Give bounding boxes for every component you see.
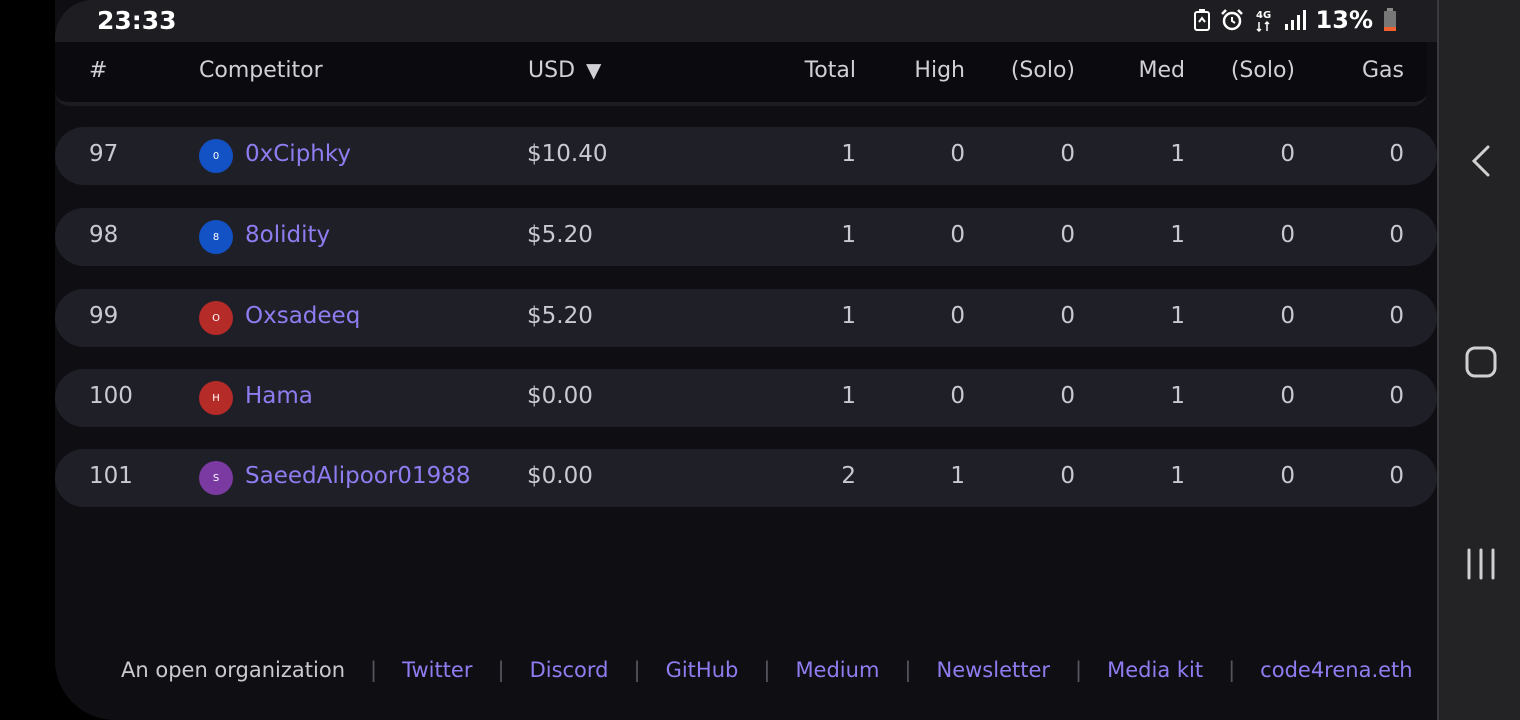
- footer-divider: |: [1228, 658, 1236, 682]
- battery-percent: 13%: [1315, 6, 1373, 34]
- header-usd-label: USD: [528, 58, 576, 83]
- system-nav-bar: [1437, 0, 1520, 720]
- header-total[interactable]: Total: [795, 58, 856, 83]
- row-high: 1: [950, 463, 965, 489]
- row-rank: 101: [89, 463, 133, 489]
- row-usd: $5.20: [527, 222, 593, 248]
- row-med-solo: 0: [1280, 383, 1295, 409]
- footer-link-newsletter[interactable]: Newsletter: [937, 658, 1051, 682]
- status-bar: 23:33 4G 13%: [55, 0, 1437, 42]
- competitor-link[interactable]: 0xCiphky: [245, 141, 351, 167]
- row-high-solo: 0: [1060, 303, 1075, 329]
- row-gas: 0: [1389, 222, 1404, 248]
- competitor-link[interactable]: 8olidity: [245, 222, 330, 248]
- row-total: 1: [841, 141, 856, 167]
- row-usd: $0.00: [527, 463, 593, 489]
- signal-icon: [1284, 10, 1306, 30]
- row-high-solo: 0: [1060, 222, 1075, 248]
- footer-divider: |: [633, 658, 641, 682]
- row-gas: 0: [1389, 383, 1404, 409]
- row-rank: 99: [89, 303, 119, 329]
- row-usd: $10.40: [527, 141, 608, 167]
- footer-divider: |: [370, 658, 378, 682]
- competitor-link[interactable]: Oxsadeeq: [245, 303, 360, 329]
- table-row[interactable]: 98 8 8olidity $5.20 1 0 0 1 0 0: [55, 208, 1437, 266]
- header-gas[interactable]: Gas: [1323, 58, 1404, 83]
- footer-link-discord[interactable]: Discord: [530, 658, 609, 682]
- row-total: 1: [841, 383, 856, 409]
- row-high: 0: [950, 141, 965, 167]
- back-icon[interactable]: [1439, 145, 1520, 177]
- row-high-solo: 0: [1060, 383, 1075, 409]
- avatar: 8: [199, 220, 233, 254]
- footer-divider: |: [763, 658, 771, 682]
- network-4g-icon: 4G: [1254, 8, 1274, 32]
- header-high-solo[interactable]: (Solo): [995, 58, 1075, 83]
- row-med: 1: [1170, 383, 1185, 409]
- row-rank: 97: [89, 141, 119, 167]
- competitor-link[interactable]: Hama: [245, 383, 313, 409]
- row-med: 1: [1170, 222, 1185, 248]
- row-high: 0: [950, 383, 965, 409]
- header-competitor[interactable]: Competitor: [199, 58, 323, 83]
- avatar: H: [199, 381, 233, 415]
- header-high[interactable]: High: [885, 58, 965, 83]
- row-total: 1: [841, 222, 856, 248]
- footer-link-ens[interactable]: code4rena.eth: [1260, 658, 1412, 682]
- footer-lead: An open organization: [121, 658, 346, 682]
- row-med-solo: 0: [1280, 463, 1295, 489]
- row-med: 1: [1170, 303, 1185, 329]
- footer-link-twitter[interactable]: Twitter: [402, 658, 472, 682]
- avatar: 0: [199, 139, 233, 173]
- avatar: S: [199, 461, 233, 495]
- row-gas: 0: [1389, 303, 1404, 329]
- row-med-solo: 0: [1280, 141, 1295, 167]
- footer-divider: |: [497, 658, 505, 682]
- row-total: 1: [841, 303, 856, 329]
- status-time: 23:33: [97, 6, 177, 35]
- row-rank: 100: [89, 383, 133, 409]
- home-icon[interactable]: [1439, 346, 1520, 378]
- sort-desc-icon: ▼: [586, 58, 602, 82]
- alarm-icon: [1220, 9, 1244, 31]
- header-med-solo[interactable]: (Solo): [1215, 58, 1295, 83]
- table-row[interactable]: 99 O Oxsadeeq $5.20 1 0 0 1 0 0: [55, 289, 1437, 347]
- header-rank: #: [89, 58, 108, 83]
- row-med: 1: [1170, 463, 1185, 489]
- screen: 23:33 4G 13% # Competitor USD ▼ Total Hi…: [55, 0, 1437, 720]
- footer-divider: |: [1075, 658, 1083, 682]
- header-med[interactable]: Med: [1105, 58, 1185, 83]
- header-usd[interactable]: USD ▼: [528, 58, 601, 83]
- footer: An open organization | Twitter | Discord…: [121, 658, 1413, 682]
- footer-divider: |: [904, 658, 912, 682]
- row-med-solo: 0: [1280, 222, 1295, 248]
- battery-icon: [1383, 8, 1397, 32]
- status-icons: 4G 13%: [1193, 6, 1397, 34]
- row-gas: 0: [1389, 141, 1404, 167]
- row-gas: 0: [1389, 463, 1404, 489]
- competitor-link[interactable]: SaeedAlipoor01988: [245, 463, 470, 489]
- table-row[interactable]: 101 S SaeedAlipoor01988 $0.00 2 1 0 1 0 …: [55, 449, 1437, 507]
- row-usd: $5.20: [527, 303, 593, 329]
- footer-link-media-kit[interactable]: Media kit: [1107, 658, 1203, 682]
- row-total: 2: [841, 463, 856, 489]
- footer-link-medium[interactable]: Medium: [795, 658, 879, 682]
- row-high-solo: 0: [1060, 141, 1075, 167]
- row-usd: $0.00: [527, 383, 593, 409]
- recent-apps-icon[interactable]: [1439, 548, 1520, 580]
- avatar: O: [199, 301, 233, 335]
- row-high: 0: [950, 222, 965, 248]
- table-row[interactable]: 100 H Hama $0.00 1 0 0 1 0 0: [55, 369, 1437, 427]
- table-row[interactable]: 97 0 0xCiphky $10.40 1 0 0 1 0 0: [55, 127, 1437, 185]
- row-high: 0: [950, 303, 965, 329]
- row-med: 1: [1170, 141, 1185, 167]
- table-header: # Competitor USD ▼ Total High (Solo) Med…: [55, 42, 1427, 106]
- footer-link-github[interactable]: GitHub: [666, 658, 739, 682]
- network-label: 4G: [1256, 10, 1271, 21]
- row-rank: 98: [89, 222, 119, 248]
- row-high-solo: 0: [1060, 463, 1075, 489]
- battery-saver-icon: [1193, 9, 1210, 31]
- row-med-solo: 0: [1280, 303, 1295, 329]
